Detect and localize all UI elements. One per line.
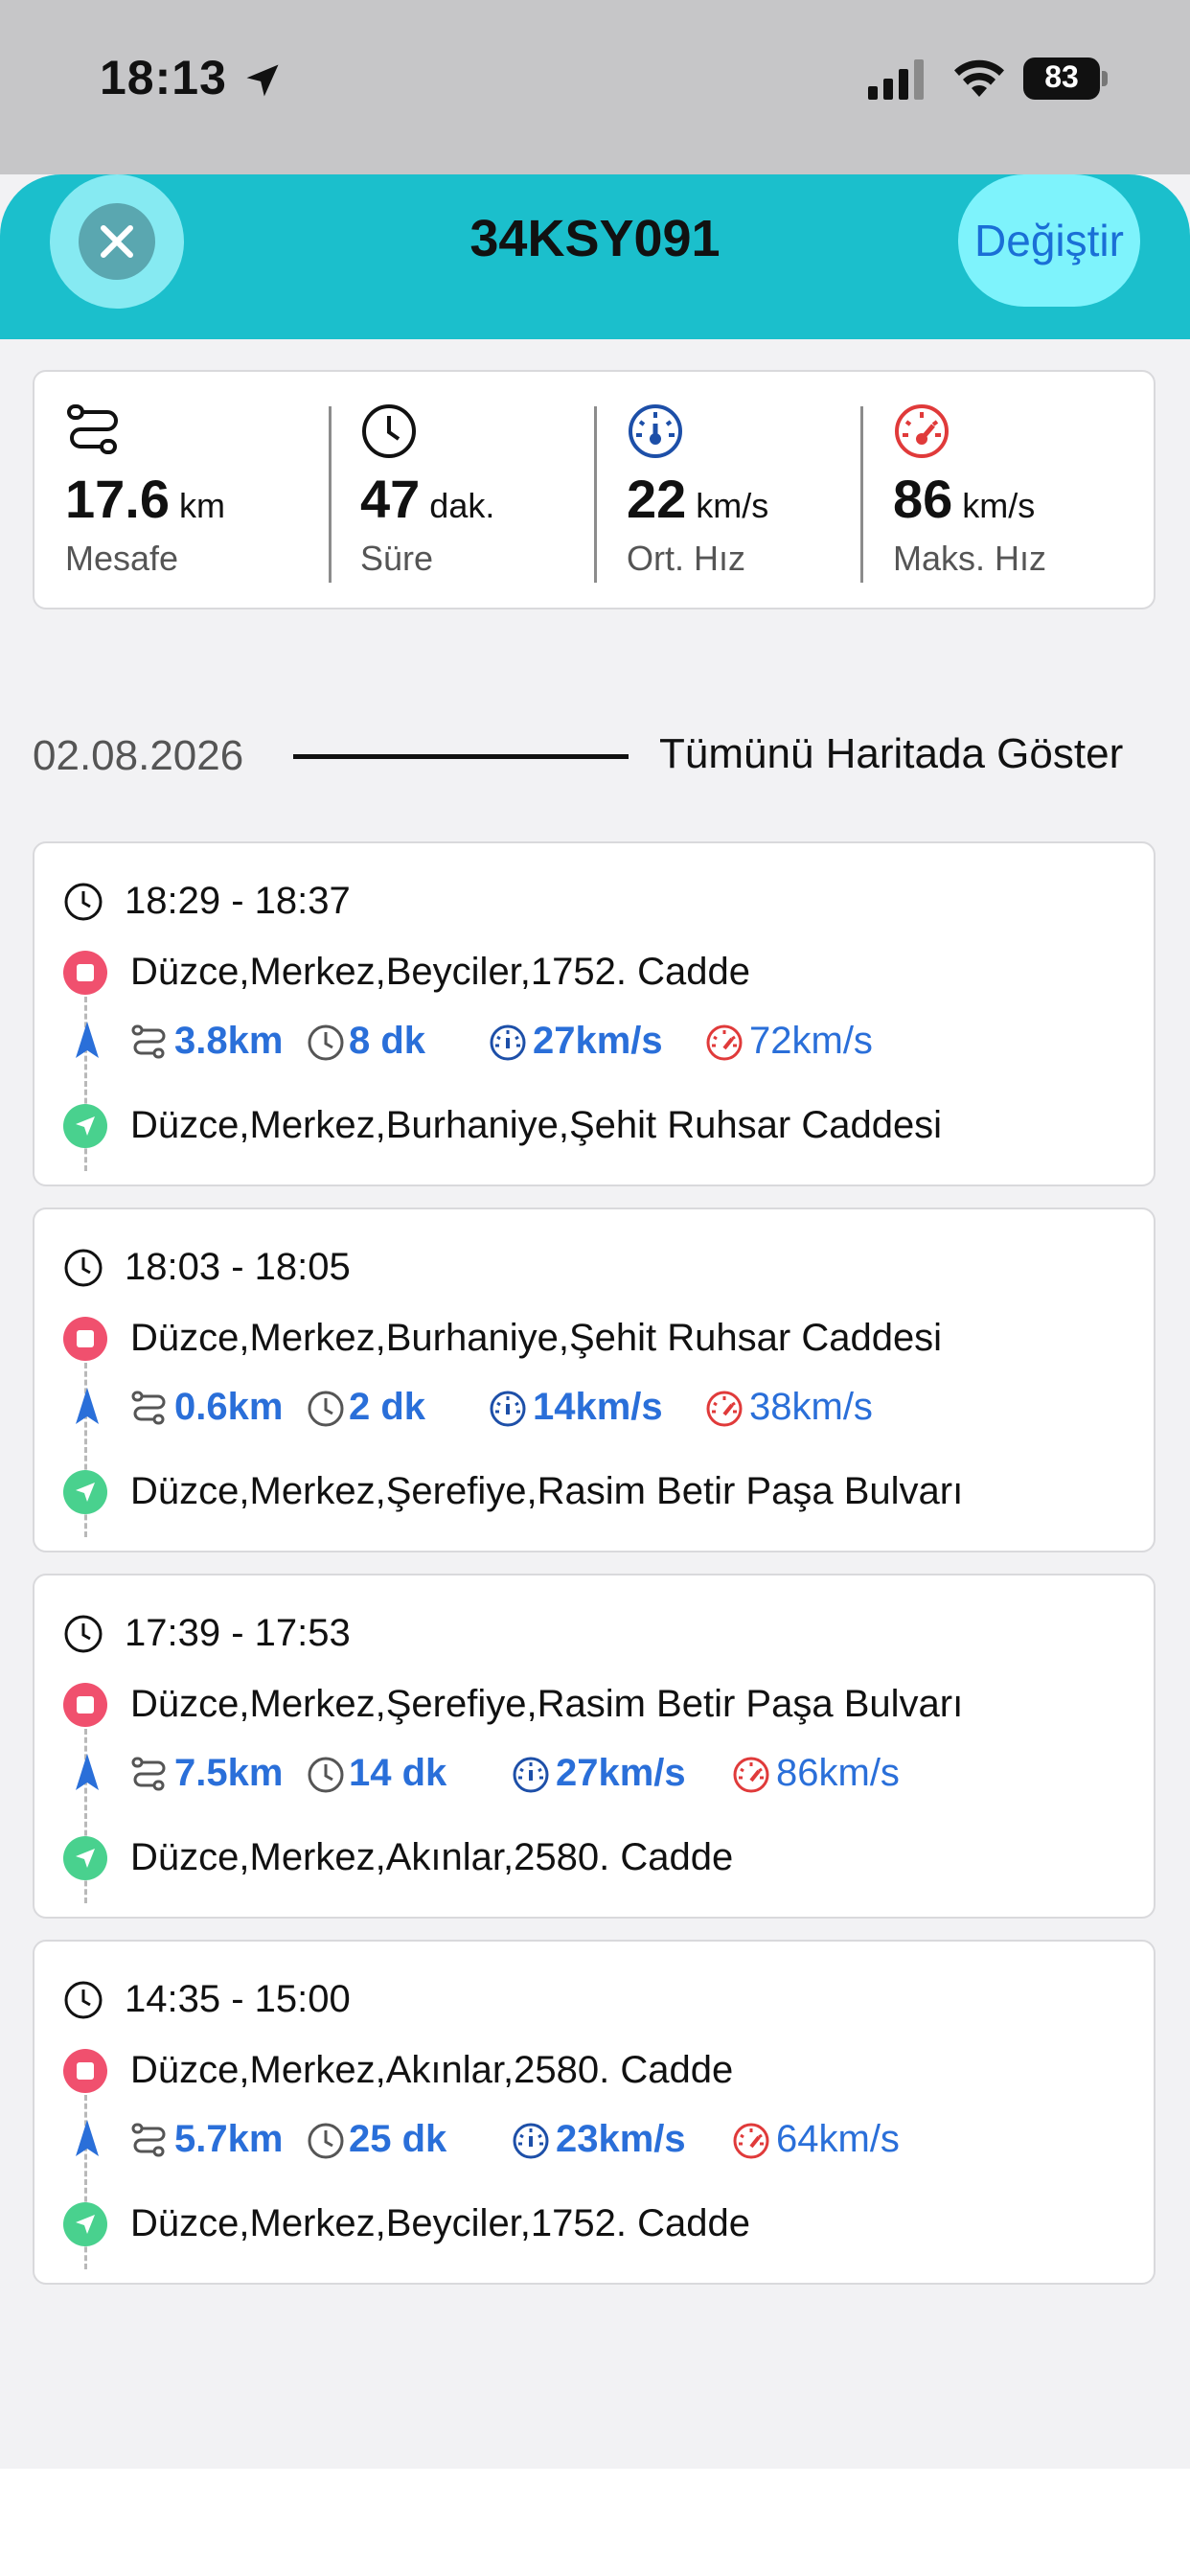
start-stop-icon <box>63 1317 107 1361</box>
status-bar: 18:13 83 <box>0 0 1190 174</box>
stat-avg-speed-unit: km/s <box>696 486 769 525</box>
end-navigation-icon <box>63 2202 107 2246</box>
end-navigation-icon <box>63 1104 107 1148</box>
start-stop-icon <box>63 951 107 995</box>
speedometer-avg-icon <box>490 1024 526 1061</box>
trip-start-address: Düzce,Merkez,Beyciler,1752. Cadde <box>130 951 750 993</box>
divider <box>329 406 332 583</box>
speedometer-avg-icon <box>513 2123 549 2159</box>
trip-start-address: Düzce,Merkez,Akınlar,2580. Cadde <box>130 2049 734 2091</box>
speedometer-avg-icon <box>629 404 682 458</box>
trip-max-speed: 38km/s <box>749 1386 873 1428</box>
clock-icon <box>308 2123 344 2159</box>
stat-avg-speed-label: Ort. Hız <box>627 539 745 578</box>
wifi-icon <box>954 59 1004 97</box>
stat-distance-unit: km <box>179 486 225 525</box>
start-stop-icon <box>63 1683 107 1727</box>
trip-max-speed: 86km/s <box>776 1752 900 1794</box>
trip-end-address: Düzce,Merkez,Beyciler,1752. Cadde <box>130 2202 750 2244</box>
end-navigation-icon <box>63 1836 107 1880</box>
trip-card[interactable]: 18:29 - 18:37 Düzce,Merkez,Beyciler,1752… <box>33 841 1156 1186</box>
stat-duration-unit: dak. <box>429 486 495 525</box>
stat-duration-label: Süre <box>360 539 434 578</box>
trip-duration: 2 dk <box>349 1386 426 1428</box>
trip-start-address: Düzce,Merkez,Şerefiye,Rasim Betir Paşa B… <box>130 1683 964 1725</box>
divider <box>594 406 597 583</box>
direction-arrow-icon <box>76 1022 99 1058</box>
trip-card[interactable]: 14:35 - 15:00 Düzce,Merkez,Akınlar,2580.… <box>33 1940 1156 2285</box>
stat-distance-label: Mesafe <box>65 539 179 578</box>
speedometer-max-icon <box>706 1391 743 1427</box>
change-button[interactable]: Değiştir <box>958 174 1140 307</box>
status-time: 18:13 <box>100 51 227 104</box>
trip-max-speed: 64km/s <box>776 2118 900 2160</box>
speedometer-avg-icon <box>490 1391 526 1427</box>
speedometer-avg-icon <box>513 1757 549 1793</box>
divider <box>860 406 863 583</box>
trip-time-range: 14:35 - 15:00 <box>125 1978 351 2020</box>
stat-duration-value: 47 <box>360 469 421 529</box>
battery-icon: 83 <box>1023 58 1110 100</box>
speedometer-max-icon <box>733 1757 769 1793</box>
date-divider-line <box>293 754 629 759</box>
route-icon <box>131 1024 166 1059</box>
trip-avg-speed: 23km/s <box>556 2118 686 2160</box>
trip-time-range: 18:03 - 18:05 <box>125 1246 351 1288</box>
end-navigation-icon <box>63 1470 107 1514</box>
trip-card[interactable]: 17:39 - 17:53 Düzce,Merkez,Şerefiye,Rasi… <box>33 1574 1156 1919</box>
clock-icon <box>308 1757 344 1793</box>
trip-end-address: Düzce,Merkez,Akınlar,2580. Cadde <box>130 1836 734 1878</box>
trip-time-range: 17:39 - 17:53 <box>125 1612 351 1654</box>
trip-distance: 0.6km <box>174 1386 284 1428</box>
trip-date: 02.08.2026 <box>33 732 244 779</box>
trip-end-address: Düzce,Merkez,Şerefiye,Rasim Betir Paşa B… <box>130 1470 964 1512</box>
stat-distance-value: 17.6 <box>65 469 170 529</box>
trip-avg-speed: 27km/s <box>533 1020 663 1062</box>
show-all-on-map-link[interactable]: Tümünü Haritada Göster <box>659 730 1123 778</box>
stat-max-speed-value: 86 <box>893 469 953 529</box>
start-stop-icon <box>63 2049 107 2093</box>
battery-level: 83 <box>1044 59 1079 94</box>
trip-avg-speed: 27km/s <box>556 1752 686 1794</box>
cellular-signal-icon <box>868 59 924 100</box>
clock-icon <box>64 1249 103 1287</box>
stat-avg-speed-value: 22 <box>627 469 687 529</box>
change-button-label: Değiştir <box>974 216 1124 265</box>
trip-card[interactable]: 18:03 - 18:05 Düzce,Merkez,Burhaniye,Şeh… <box>33 1208 1156 1552</box>
route-icon <box>67 404 118 454</box>
trip-time-range: 18:29 - 18:37 <box>125 880 351 922</box>
route-icon <box>131 1757 166 1791</box>
trip-duration: 14 dk <box>349 1752 447 1794</box>
clock-icon <box>362 404 416 458</box>
location-arrow-icon <box>246 64 279 97</box>
trip-start-address: Düzce,Merkez,Burhaniye,Şehit Ruhsar Cadd… <box>130 1317 943 1359</box>
speedometer-max-icon <box>733 2123 769 2159</box>
clock-icon <box>308 1391 344 1427</box>
trip-duration: 8 dk <box>349 1020 426 1062</box>
stat-max-speed-unit: km/s <box>962 486 1036 525</box>
trip-distance: 5.7km <box>174 2118 284 2160</box>
speedometer-max-icon <box>706 1024 743 1061</box>
trip-avg-speed: 14km/s <box>533 1386 663 1428</box>
route-icon <box>131 1391 166 1425</box>
trip-duration: 25 dk <box>349 2118 447 2160</box>
direction-arrow-icon <box>76 1754 99 1790</box>
clock-icon <box>64 1615 103 1653</box>
trip-distance: 3.8km <box>174 1020 284 1062</box>
direction-arrow-icon <box>76 1388 99 1424</box>
clock-icon <box>64 883 103 921</box>
route-icon <box>131 2123 166 2157</box>
trip-end-address: Düzce,Merkez,Burhaniye,Şehit Ruhsar Cadd… <box>130 1104 943 1146</box>
bottom-area <box>0 2469 1190 2576</box>
stat-max-speed-label: Maks. Hız <box>893 539 1047 578</box>
trip-distance: 7.5km <box>174 1752 284 1794</box>
clock-icon <box>308 1024 344 1061</box>
direction-arrow-icon <box>76 2120 99 2156</box>
clock-icon <box>64 1981 103 2019</box>
trip-max-speed: 72km/s <box>749 1020 873 1062</box>
speedometer-max-icon <box>895 404 949 458</box>
summary-stats-card: 17.6 km Mesafe 47 dak. Süre 22 km/s Ort. Hı… <box>33 370 1156 610</box>
